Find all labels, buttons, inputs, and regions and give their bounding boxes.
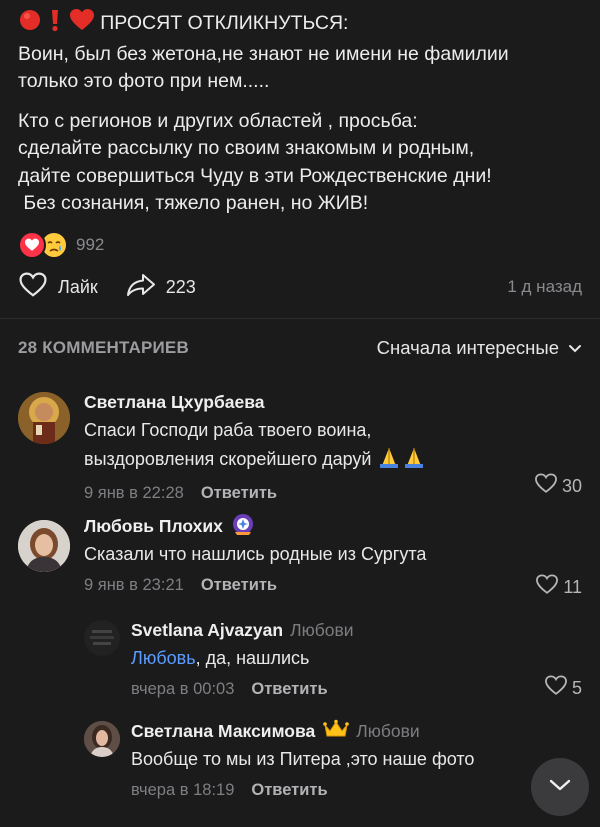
like-heart-icon — [544, 675, 572, 701]
comment-item: Светлана Цхурбаева Спаси Господи раба тв… — [18, 390, 582, 502]
post-actions: Лайк 223 1 д назад — [18, 270, 582, 304]
sort-label: Сначала интересные — [376, 337, 559, 358]
like-label: Лайк — [58, 276, 98, 297]
comment-meta: 9 янв в 23:21 Ответить — [84, 573, 582, 597]
comment-time: 9 янв в 23:21 — [84, 575, 184, 594]
post-line: Кто с регионов и других областей , прось… — [18, 109, 418, 132]
avatar[interactable] — [18, 520, 70, 572]
comment-text: Сказали что нашлись родные из Сургута — [84, 544, 427, 564]
divider — [0, 318, 600, 319]
red-circle-icon — [18, 8, 42, 41]
like-heart-icon — [534, 473, 562, 499]
share-arrow-icon — [126, 272, 166, 303]
comment-time: вчера в 18:19 — [131, 780, 235, 799]
post-line: сделайте рассылку по своим знакомым и ро… — [18, 137, 475, 159]
post-line: Без сознания, тяжело ранен, но ЖИВ! — [18, 192, 369, 214]
comment-like-count: 11 — [563, 576, 582, 597]
post-text: ПРОСЯТ ОТКЛИКНУТЬСЯ: Воин, был без жетон… — [18, 8, 586, 218]
scroll-down-button[interactable] — [531, 758, 589, 816]
crown-icon — [323, 719, 350, 744]
comment-time: 9 янв в 22:28 — [84, 483, 184, 502]
avatar[interactable] — [84, 620, 120, 656]
reply-to-label: Любови — [356, 720, 420, 741]
like-heart-icon — [535, 574, 563, 600]
avatar[interactable] — [84, 721, 120, 757]
reply-button[interactable]: Ответить — [201, 484, 277, 503]
chevron-down-icon — [559, 337, 582, 359]
comment-text: Любовь, да, нашлись — [131, 645, 582, 672]
comment-meta: вчера в 00:03 Ответить — [131, 677, 582, 701]
chevron-down-icon — [548, 778, 572, 797]
avatar[interactable] — [18, 392, 70, 444]
comment-author-row: Svetlana Ajvazyan Любови — [131, 618, 582, 642]
comment-meta: вчера в 18:19 Ответить — [131, 778, 582, 802]
comment-like-button[interactable]: 30 — [534, 473, 582, 499]
comment-author[interactable]: Светлана Максимова — [131, 721, 315, 742]
post-headline: ПРОСЯТ ОТКЛИКНУТЬСЯ: — [100, 12, 349, 34]
comment-text-span: выздоровления скорейшего даруй — [84, 449, 372, 469]
post-line: только это фото при нем..... — [18, 70, 270, 92]
comment-author-row: Любовь Плохих — [84, 512, 582, 541]
comment-author[interactable]: Любовь Плохих — [84, 516, 223, 537]
post-line: Воин, был без жетона,не знают не имени н… — [18, 42, 509, 65]
comment-text-span: , да, нашлись — [195, 648, 310, 668]
reply-button[interactable]: Ответить — [251, 680, 327, 699]
mention-link[interactable]: Любовь — [131, 648, 196, 668]
comments-count: 28 КОММЕНТАРИЕВ — [18, 338, 189, 357]
sort-dropdown[interactable]: Сначала интересные — [377, 337, 582, 359]
post-time: 1 д назад — [507, 277, 582, 296]
comment-author[interactable]: Svetlana Ajvazyan — [131, 620, 283, 641]
post-line: дайте совершиться Чуду в эти Рождественс… — [18, 164, 492, 187]
heart-reaction-icon — [18, 231, 46, 259]
praying-hands-icon — [377, 444, 427, 476]
reactions-count: 992 — [76, 235, 105, 254]
share-count: 223 — [165, 276, 196, 297]
comment-author[interactable]: Светлана Цхурбаева — [84, 390, 582, 414]
reply-item: Светлана Максимова Любови Вообще то мы и… — [84, 719, 582, 809]
reply-to-label: Любови — [290, 619, 354, 640]
like-heart-icon — [18, 272, 58, 303]
comment-author-row: Светлана Максимова Любови — [131, 719, 582, 743]
comment-like-button[interactable]: 5 — [544, 675, 582, 701]
reply-button[interactable]: Ответить — [251, 781, 327, 800]
comment-text-line: выздоровления скорейшего даруй — [84, 444, 582, 476]
comments-header: 28 КОММЕНТАРИЕВ Сначала интересные — [18, 335, 582, 361]
comment-text: Спаси Господи раба твоего воина, выздоро… — [84, 417, 582, 476]
share-button[interactable]: 223 — [126, 272, 196, 303]
heart-icon — [69, 8, 95, 41]
like-button[interactable]: Лайк — [18, 272, 98, 303]
comment-meta: 9 янв в 22:28 Ответить — [84, 481, 582, 505]
comment-text-line: Спаси Господи раба твоего воина, — [84, 420, 372, 440]
reply-button[interactable]: Ответить — [201, 576, 277, 595]
reply-item: Svetlana Ajvazyan Любови Любовь, да, наш… — [84, 618, 582, 704]
comment-like-button[interactable]: 11 — [535, 574, 582, 600]
comment-like-count: 5 — [571, 677, 582, 698]
comment-time: вчера в 00:03 — [131, 679, 235, 698]
comment-text: Вообще то мы из Питера ,это наше фото — [131, 749, 475, 769]
comment-item: Любовь Плохих Сказали что нашлись родные… — [18, 512, 582, 604]
exclamation-icon — [47, 8, 63, 41]
reactions-summary[interactable]: 992 — [18, 230, 104, 260]
comment-like-count: 30 — [561, 475, 582, 496]
badge-icon — [231, 512, 255, 541]
